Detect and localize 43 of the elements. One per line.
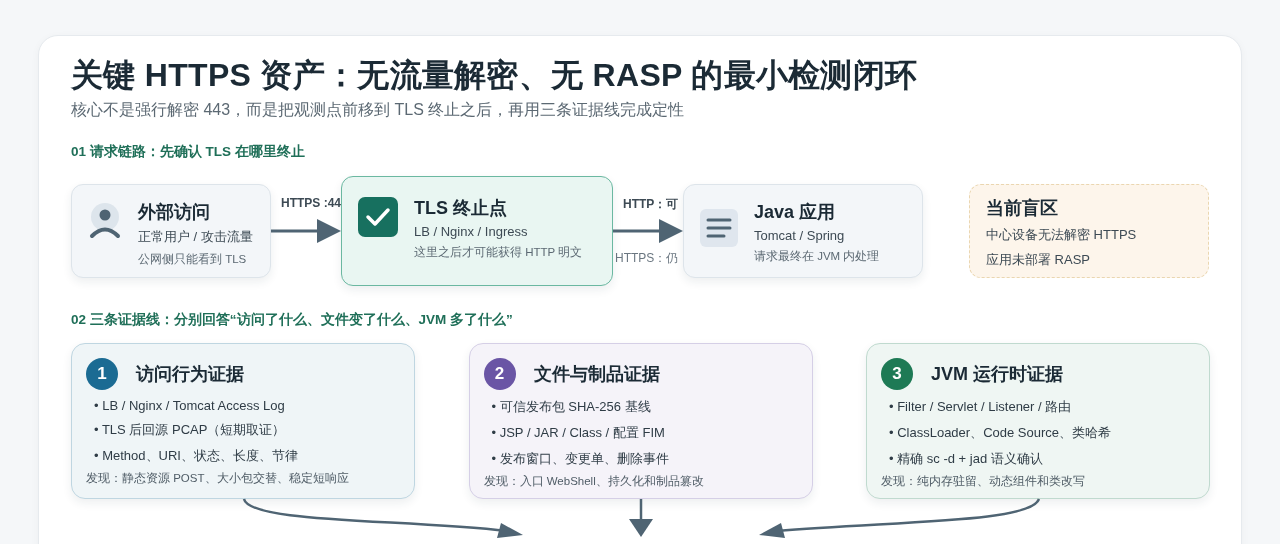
bullet-item: • 精确 sc -d + jad 语义确认	[888, 450, 1044, 468]
card-note: 公网侧只能看到 TLS	[138, 252, 248, 267]
card-subtitle: LB / Nginx / Ingress	[414, 224, 529, 239]
card-title: JVM 运行时证据	[931, 363, 1063, 386]
arrow-label: HTTP：可	[623, 196, 679, 213]
number-badge: 3	[881, 358, 913, 390]
number-badge: 1	[86, 358, 118, 390]
card-title: 访问行为证据	[136, 363, 244, 386]
arrow-icon	[613, 218, 683, 244]
document-icon	[700, 209, 738, 247]
person-icon	[88, 203, 122, 239]
finding-text: 发现：纯内存驻留、动态组件和类改写	[881, 474, 1086, 489]
card-title: 文件与制品证据	[533, 363, 660, 386]
bullet-item: • 发布窗口、变更单、删除事件	[490, 450, 670, 468]
finding-text: 发现：静态资源 POST、大小包交替、稳定短响应	[86, 471, 350, 486]
card-note: 请求最终在 JVM 内处理	[754, 249, 880, 264]
page-title: 关键 HTTPS 资产：无流量解密、无 RASP 的最小检测闭环	[71, 56, 919, 95]
card-subtitle: 正常用户 / 攻击流量	[138, 228, 253, 246]
bullet-item: • JSP / JAR / Class / 配置 FIM	[490, 424, 666, 442]
section-heading: 02 三条证据线：分别回答“访问了什么、文件变了什么、JVM 多了什么”	[71, 311, 514, 329]
arrow-icon	[271, 218, 341, 244]
bullet-item: • TLS 后回源 PCAP（短期取证）	[93, 421, 287, 439]
bullet-item: • ClassLoader、Code Source、类哈希	[888, 424, 1113, 442]
connector-arrow	[629, 499, 653, 537]
page-subtitle: 核心不是强行解密 443，而是把观测点前移到 TLS 终止之后，再用三条证据线完成定性	[71, 100, 686, 120]
arrow-label: HTTPS：仍	[615, 250, 679, 267]
card-title: 外部访问	[138, 201, 211, 223]
card-text: 中心设备无法解密 HTTPS	[986, 226, 1138, 244]
card-title: Java 应用	[754, 201, 837, 223]
card-title: 当前盲区	[986, 197, 1059, 219]
bullet-item: • Method、URI、状态、长度、节律	[93, 447, 299, 465]
bullet-item: • LB / Nginx / Tomcat Access Log	[93, 398, 286, 413]
checkmark-icon	[358, 197, 398, 237]
number-badge: 2	[483, 358, 516, 390]
bullet-item: • 可信发布包 SHA-256 基线	[490, 398, 652, 416]
card-title: TLS 终止点	[414, 197, 508, 219]
arrow-label: HTTPS :44	[281, 196, 341, 210]
bullet-item: • Filter / Servlet / Listener / 路由	[888, 398, 1073, 416]
section-heading: 01 请求链路：先确认 TLS 在哪里终止	[71, 143, 306, 161]
card-text: 应用未部署 RASP	[986, 251, 1091, 269]
card-note: 这里之后才可能获得 HTTP 明文	[414, 245, 583, 260]
finding-text: 发现：入口 WebShell、持久化和制品篡改	[483, 474, 705, 489]
card-subtitle: Tomcat / Spring	[754, 228, 846, 243]
